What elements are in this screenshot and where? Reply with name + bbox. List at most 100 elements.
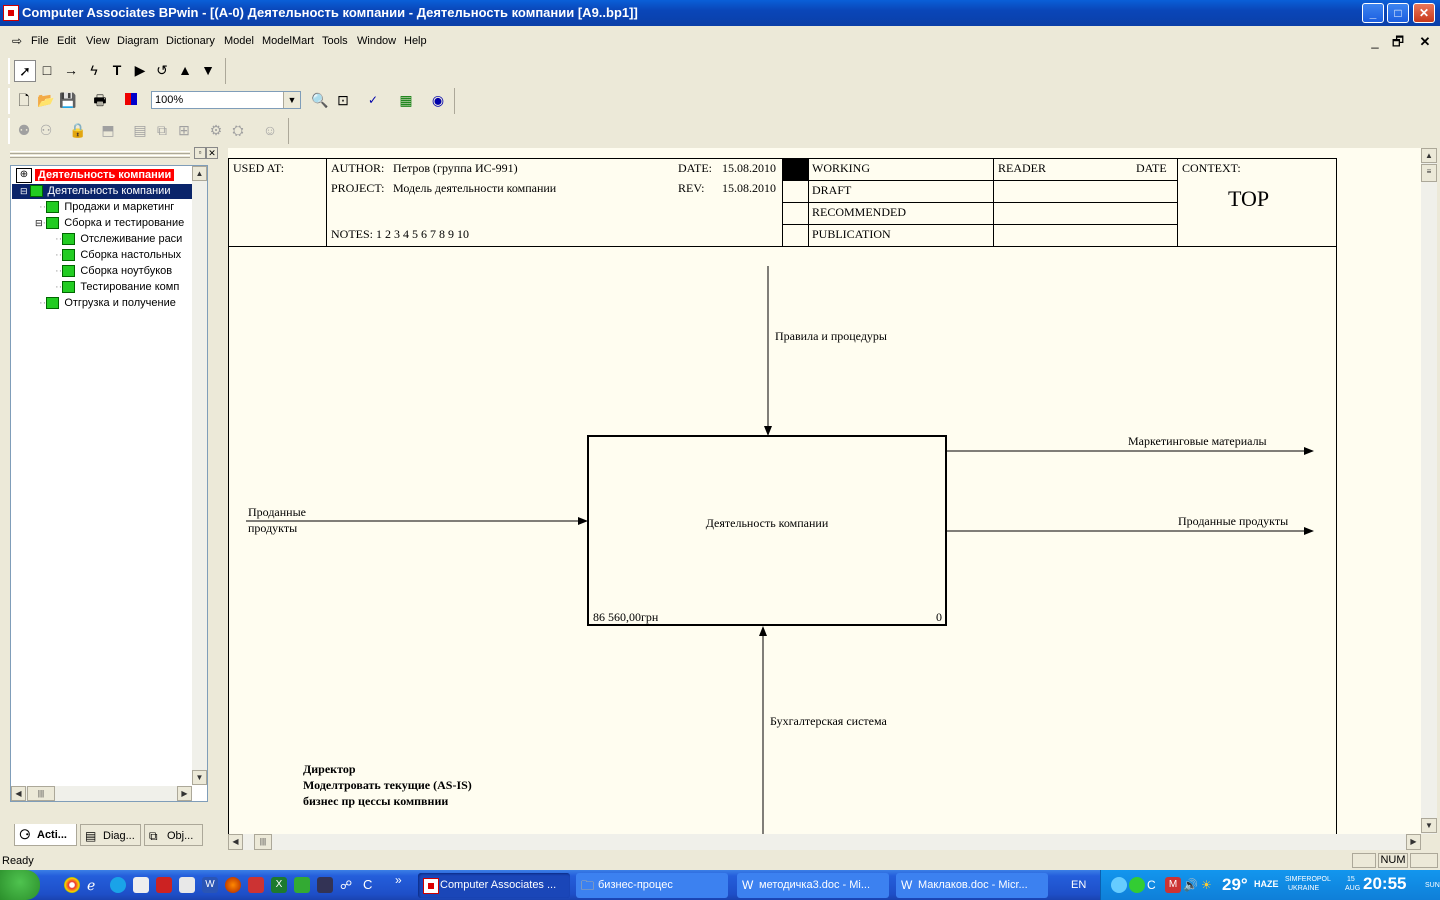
restore-panel-icon[interactable]: ▫	[194, 147, 206, 159]
print-icon[interactable]: 🖶	[90, 90, 110, 110]
collapse-icon[interactable]: ⊟	[35, 218, 43, 228]
tree-item-tracking[interactable]: ·· Отслеживание раси	[55, 232, 182, 247]
diagram-note[interactable]: Директор Моделтровать текущие (AS-IS) би…	[303, 761, 472, 809]
tray-app-icon[interactable]	[1111, 877, 1127, 893]
tree-root[interactable]: ⊕ Деятельность компании	[16, 168, 175, 183]
task-word-doc2[interactable]: W Маклаков.doc - Micr...	[896, 873, 1048, 898]
save-icon[interactable]: 💾	[58, 90, 78, 110]
tray-check-icon[interactable]	[1129, 877, 1145, 893]
tree-item-testing[interactable]: ·· Тестирование комп	[55, 280, 179, 295]
maximize-button[interactable]: □	[1387, 3, 1409, 23]
tray-mail-icon[interactable]: M	[1165, 877, 1181, 893]
excel-icon[interactable]: X	[271, 877, 287, 893]
close-panel-icon[interactable]: ✕	[206, 147, 218, 159]
notepad-icon[interactable]	[133, 877, 149, 893]
go-down-icon[interactable]: ▼	[198, 60, 218, 80]
volume-icon[interactable]: 🔊	[1183, 877, 1199, 893]
scroll-down-icon[interactable]: ▼	[192, 770, 207, 785]
security-icon[interactable]: ⛭	[228, 120, 248, 140]
firefox-icon[interactable]	[225, 877, 241, 893]
go-up-icon[interactable]: ▲	[175, 60, 195, 80]
diagram-canvas[interactable]: USED AT: AUTHOR: Петров (группа ИС-991) …	[228, 148, 1421, 834]
skype-icon[interactable]	[110, 877, 126, 893]
bpwin-app-icon[interactable]	[3, 5, 19, 21]
tree-item-assembly[interactable]: ⊟· Сборка и тестирование	[35, 216, 184, 231]
menu-edit[interactable]: Edit	[57, 35, 76, 47]
output-label-marketing[interactable]: Маркетинговые материалы	[1128, 434, 1267, 449]
spell-check-icon[interactable]: ✓	[363, 90, 383, 110]
box-tool-icon[interactable]: □	[37, 60, 57, 80]
title-bar[interactable]: Computer Associates BPwin - [(A-0) Деяте…	[0, 0, 1440, 26]
scroll-down-icon[interactable]: ▼	[1421, 818, 1437, 833]
input-label[interactable]: Проданные продукты	[248, 504, 306, 536]
disconnect-icon[interactable]: ⚇	[36, 120, 56, 140]
network-icon[interactable]: ☍	[340, 877, 356, 893]
settings-icon[interactable]: ⚙	[206, 120, 226, 140]
menu-window[interactable]: Window	[357, 35, 396, 47]
mechanism-label[interactable]: Бухгалтерская система	[770, 714, 887, 729]
task-bpwin[interactable]: Computer Associates ...	[418, 873, 570, 898]
clock-time[interactable]: 20:55	[1363, 874, 1406, 894]
mdi-minimize-button[interactable]: _	[1365, 33, 1385, 51]
quicklaunch-more-icon[interactable]: »	[395, 873, 402, 887]
internet-explorer-icon[interactable]: ℯ	[87, 877, 103, 893]
document-icon[interactable]: ⇨	[12, 34, 22, 48]
scroll-up-icon[interactable]: ▲	[192, 166, 207, 181]
scroll-thumb[interactable]: |||	[254, 834, 272, 850]
canvas-horizontal-scrollbar[interactable]: ◀ ||| ▶	[228, 834, 1421, 850]
scroll-right-icon[interactable]: ▶	[1406, 834, 1421, 850]
task-word-doc1[interactable]: Wметодичка3.doc - Mi...	[737, 873, 889, 898]
merge-icon[interactable]: ⬒	[98, 120, 118, 140]
scroll-left-icon[interactable]: ◀	[228, 834, 243, 850]
menu-modelmart[interactable]: ModelMart	[262, 35, 314, 47]
media-icon[interactable]	[317, 877, 333, 893]
word-icon[interactable]: W	[202, 877, 218, 893]
weather-widget-icon[interactable]: ☀	[1201, 877, 1217, 893]
menu-help[interactable]: Help	[404, 35, 427, 47]
open-folder-icon[interactable]: 📂	[36, 90, 56, 110]
menu-tools[interactable]: Tools	[322, 35, 348, 47]
menu-view[interactable]: View	[86, 35, 110, 47]
arrow-tool-icon[interactable]: →	[61, 60, 81, 80]
chevron-down-icon[interactable]: ▼	[283, 92, 300, 108]
task-folder[interactable]: 🗀 бизнес-процес	[576, 873, 728, 898]
canvas-vertical-scrollbar[interactable]: ▲ ≡ ▼	[1421, 148, 1437, 834]
powerpoint-icon[interactable]	[248, 877, 264, 893]
scroll-left-icon[interactable]: ◀	[11, 786, 26, 801]
pointer-icon[interactable]: ➚	[14, 60, 36, 82]
grid-icon[interactable]: ⊞	[174, 120, 194, 140]
tree-item-desktop[interactable]: ·· Сборка настольных	[55, 248, 181, 263]
chrome-icon[interactable]	[64, 877, 80, 893]
collapse-icon[interactable]: ⊟	[20, 186, 28, 196]
menu-dictionary[interactable]: Dictionary	[166, 35, 215, 47]
mdi-close-button[interactable]: ✕	[1415, 33, 1435, 51]
color-palette-icon[interactable]	[121, 90, 141, 110]
tab-diagrams[interactable]: ▤ Diag...	[80, 824, 141, 846]
close-button[interactable]: ✕	[1413, 3, 1435, 23]
zoom-fit-icon[interactable]: ⊡	[333, 90, 353, 110]
mdi-restore-button[interactable]: 🗗	[1388, 33, 1408, 51]
tree-item-activity[interactable]: ⊟ Деятельность компании	[12, 184, 200, 199]
tree-item-shipping[interactable]: ·· Отгрузка и получение	[39, 296, 176, 311]
activity-box[interactable]: Деятельность компании 86 560,00грн 0	[587, 435, 947, 626]
document-viewer-icon[interactable]	[179, 877, 195, 893]
model-explorer-icon[interactable]: ▦	[396, 90, 416, 110]
menu-diagram[interactable]: Diagram	[117, 35, 159, 47]
output-label-sold[interactable]: Проданные продукты	[1178, 514, 1288, 529]
minimize-button[interactable]: _	[1362, 3, 1384, 23]
refresh-icon[interactable]: C	[363, 877, 379, 893]
menu-model[interactable]: Model	[224, 35, 254, 47]
tree-horizontal-scrollbar[interactable]: ◀ ||| ▶	[11, 786, 192, 801]
tree-item-sales[interactable]: ·· Продажи и маркетинг	[39, 200, 174, 215]
lock-icon[interactable]: 🔒	[68, 120, 88, 140]
zoom-in-icon[interactable]: 🔍	[310, 90, 330, 110]
compare-icon[interactable]: ⧉	[152, 120, 172, 140]
scroll-thumb[interactable]: ≡	[1421, 164, 1437, 182]
tree-vertical-scrollbar[interactable]: ▲ ▼	[192, 166, 207, 785]
squiggle-tool-icon[interactable]: ϟ	[84, 60, 104, 80]
start-button[interactable]	[0, 870, 40, 900]
play-icon[interactable]: ▶	[130, 60, 150, 80]
tray-refresh-icon[interactable]: C	[1147, 877, 1163, 893]
scroll-thumb[interactable]: |||	[27, 786, 55, 801]
report-icon[interactable]: ▤	[130, 120, 150, 140]
